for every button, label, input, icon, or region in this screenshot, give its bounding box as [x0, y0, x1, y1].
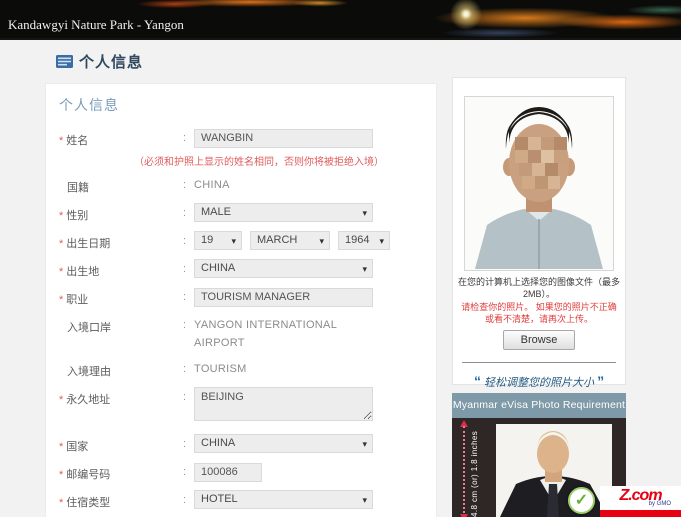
required-asterisk: *: [59, 497, 63, 509]
field-label: 出生日期: [66, 238, 110, 250]
gender-field-row: *性别 : MALE: [59, 203, 423, 223]
quote-open-icon: “: [474, 373, 481, 389]
colon: :: [183, 490, 194, 506]
permanent-address-textarea[interactable]: BEIJING: [194, 387, 373, 421]
required-asterisk: *: [59, 469, 63, 481]
required-asterisk: *: [59, 441, 63, 453]
select-value: CHINA: [201, 262, 235, 274]
photo-warning: 请检查你的照片。 如果您的照片不正确或看不清楚，请再次上传。: [453, 301, 625, 325]
field-label: 职业: [66, 294, 88, 306]
zcom-logo: Z.com by GMO: [600, 486, 681, 517]
applicant-photo: [464, 96, 614, 271]
select-value: 19: [201, 234, 213, 246]
birthplace-field-row: *出生地 : CHINA: [59, 259, 423, 279]
field-label: 性别: [66, 210, 88, 222]
required-asterisk: *: [59, 238, 63, 250]
field-label: 入境口岸: [59, 315, 183, 335]
colon: :: [183, 462, 194, 478]
name-field-row: *姓名 :: [59, 128, 423, 148]
birthplace-select[interactable]: CHINA: [194, 259, 373, 278]
entry-reason-value: TOURISM: [194, 359, 247, 375]
colon: :: [183, 387, 194, 403]
select-value: MALE: [201, 206, 231, 218]
measure-label: 4.8 cm (or) 1.8 inches: [470, 418, 479, 517]
field-label: 邮编号码: [66, 469, 110, 481]
country-select[interactable]: CHINA: [194, 434, 373, 453]
select-value: 1964: [345, 234, 369, 246]
select-value: CHINA: [201, 437, 235, 449]
required-asterisk: *: [59, 294, 63, 306]
field-label: 出生地: [66, 266, 99, 278]
divider: [462, 362, 616, 363]
zcom-red-bar: [600, 510, 681, 517]
colon: :: [183, 315, 194, 331]
measure-line: [463, 426, 465, 517]
banner-image: Kandawgyi Nature Park - Yangon: [0, 0, 681, 40]
personal-info-icon: [56, 55, 73, 68]
banner-title: Kandawgyi Nature Park - Yangon: [8, 17, 184, 33]
required-asterisk: *: [59, 394, 63, 406]
required-asterisk: *: [59, 266, 63, 278]
colon: :: [183, 434, 194, 450]
field-label: 国籍: [59, 175, 183, 195]
nationality-field-row: 国籍 : CHINA: [59, 175, 423, 195]
section-title: 个人信息: [59, 95, 423, 115]
accommodation-type-select[interactable]: HOTEL: [194, 490, 373, 509]
colon: :: [183, 287, 194, 303]
occupation-input[interactable]: [194, 288, 373, 307]
entry-port-value: YANGON INTERNATIONAL AIRPORT: [194, 315, 337, 349]
colon: :: [183, 231, 194, 247]
permanent-address-field-row: *永久地址 : BEIJING: [59, 387, 423, 426]
entry-reason-field-row: 入境理由 : TOURISM: [59, 359, 423, 379]
photo-upload-card: 在您的计算机上选择您的图像文件（最多2MB）。 请检查你的照片。 如果您的照片不…: [452, 77, 626, 385]
colon: :: [183, 203, 194, 219]
select-value: MARCH: [257, 234, 297, 246]
colon: :: [183, 359, 194, 375]
colon: :: [183, 259, 194, 275]
page-title: 个人信息: [79, 51, 143, 72]
name-input[interactable]: [194, 129, 373, 148]
photo-quote: “ 轻松调整您的照片大小 ”: [453, 373, 625, 390]
dob-day-select[interactable]: 19: [194, 231, 242, 250]
browse-button[interactable]: Browse: [503, 330, 576, 350]
field-label: 入境理由: [59, 359, 183, 379]
entry-port-field-row: 入境口岸 : YANGON INTERNATIONAL AIRPORT: [59, 315, 423, 351]
photo-requirement-header: Myanmar eVisa Photo Requirement: [452, 393, 626, 418]
dob-month-select[interactable]: MARCH: [250, 231, 330, 250]
accommodation-type-field-row: *住宿类型 : HOTEL: [59, 490, 423, 510]
personal-info-card: 个人信息 *姓名 : （必须和护照上显示的姓名相同，否则你将被拒绝入境） 国籍 …: [45, 83, 437, 517]
photo-hint: 在您的计算机上选择您的图像文件（最多2MB）。: [453, 276, 625, 300]
required-asterisk: *: [59, 210, 63, 222]
postal-code-field-row: *邮编号码 :: [59, 462, 423, 482]
dob-year-select[interactable]: 1964: [338, 231, 390, 250]
colon: :: [183, 128, 194, 144]
dob-field-row: *出生日期 : 19 MARCH 1964: [59, 231, 423, 251]
name-note: （必须和护照上显示的姓名相同，否则你将被拒绝入境）: [134, 153, 423, 168]
check-icon: ✓: [568, 487, 595, 514]
required-asterisk: *: [59, 135, 63, 147]
occupation-field-row: *职业 :: [59, 287, 423, 307]
page: Kandawgyi Nature Park - Yangon 个人信息 个人信息…: [0, 0, 681, 517]
country-field-row: *国家 : CHINA: [59, 434, 423, 454]
field-label: 永久地址: [66, 394, 110, 406]
field-label: 国家: [66, 441, 88, 453]
select-value: HOTEL: [201, 493, 238, 505]
page-title-row: 个人信息: [56, 51, 143, 72]
gender-select[interactable]: MALE: [194, 203, 373, 222]
field-label: 姓名: [66, 135, 88, 147]
quote-close-icon: ”: [597, 373, 604, 389]
colon: :: [183, 175, 194, 191]
nationality-value: CHINA: [194, 175, 230, 191]
postal-code-input[interactable]: [194, 463, 262, 482]
field-label: 住宿类型: [66, 497, 110, 509]
